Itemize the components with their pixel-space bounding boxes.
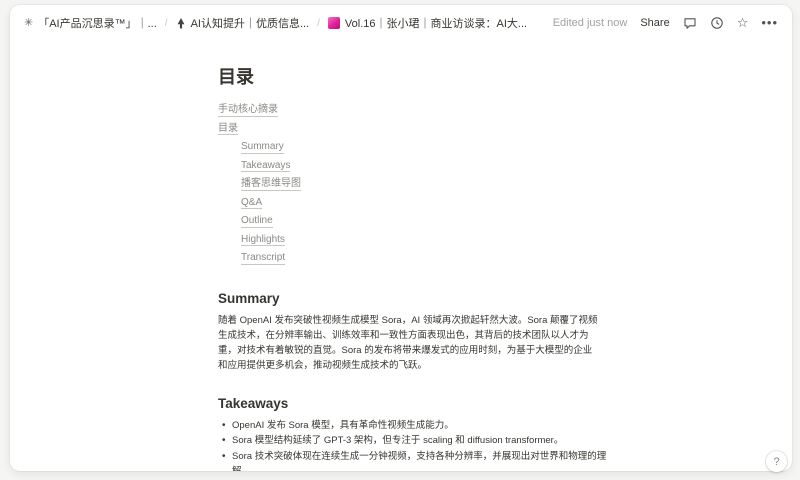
flower-icon: ✳ [24, 16, 34, 29]
takeaway-item: OpenAI 发布 Sora 模型，具有革命性视频生成能力。 [218, 418, 608, 434]
share-button[interactable]: Share [640, 17, 669, 29]
updates-clock-icon[interactable] [710, 16, 724, 30]
topbar-actions: Edited just now Share ☆ ••• [553, 15, 778, 31]
document-body: 目录 手动核心摘录 目录 Summary Takeaways 播客思维导图 Q&… [10, 41, 610, 471]
toc-item-transcript[interactable]: Transcript [241, 249, 286, 268]
breadcrumb-item-current-page[interactable]: Vol.16｜张小珺｜商业访谈录：AI大... [327, 15, 528, 31]
breadcrumb-label: 「AI产品沉思录™」｜... [38, 18, 157, 30]
page-title: 目录 [218, 67, 254, 87]
toc-item-highlights[interactable]: Highlights [241, 231, 285, 250]
breadcrumb: ✳ 「AI产品沉思录™」｜... / AI认知提升｜优质信息... / Vol.… [24, 15, 527, 31]
takeaway-item: Sora 技术突破体现在连续生成一分钟视频，支持各种分辨率，并展现出对世界和物理… [218, 449, 608, 472]
toc-item-takeaways[interactable]: Takeaways [241, 157, 291, 176]
breadcrumb-label: Vol.16｜张小珺｜商业访谈录：AI大... [344, 18, 528, 30]
more-options-icon[interactable]: ••• [761, 16, 778, 29]
toc-item-manual-excerpt[interactable]: 手动核心摘录 [218, 101, 278, 120]
breadcrumb-label: AI认知提升｜优质信息... [190, 18, 310, 30]
breadcrumb-item-parent-page[interactable]: AI认知提升｜优质信息... [176, 15, 310, 31]
summary-paragraph: 随着 OpenAI 发布突破性视频生成模型 Sora，AI 领域再次掀起轩然大波… [218, 314, 598, 371]
edited-status: Edited just now [552, 17, 628, 29]
favorite-star-icon[interactable]: ☆ [737, 15, 749, 31]
tree-icon [176, 17, 186, 29]
toc-item-catalog[interactable]: 目录 [218, 120, 238, 139]
takeaway-item: Sora 模型结构延续了 GPT-3 架构，但专注于 scaling 和 dif… [218, 433, 608, 449]
toc-item-outline[interactable]: Outline [241, 212, 273, 231]
top-bar: ✳ 「AI产品沉思录™」｜... / AI认知提升｜优质信息... / Vol.… [10, 5, 792, 41]
pink-cover-icon [327, 17, 340, 29]
takeaways-list: OpenAI 发布 Sora 模型，具有革命性视频生成能力。 Sora 模型结构… [218, 418, 608, 472]
summary-heading: Summary [218, 290, 280, 306]
breadcrumb-separator: / [317, 17, 320, 29]
toc-item-summary[interactable]: Summary [241, 138, 284, 157]
help-button[interactable]: ? [766, 451, 787, 472]
table-of-contents: 手动核心摘录 目录 Summary Takeaways 播客思维导图 Q&A O… [218, 101, 610, 268]
breadcrumb-separator: / [164, 17, 168, 29]
toc-item-qa[interactable]: Q&A [241, 194, 263, 213]
toc-item-mindmap[interactable]: 播客思维导图 [241, 175, 301, 194]
takeaways-heading: Takeaways [218, 395, 289, 411]
comments-icon[interactable] [683, 16, 697, 30]
app-window: ✳ 「AI产品沉思录™」｜... / AI认知提升｜优质信息... / Vol.… [10, 5, 792, 471]
breadcrumb-item-workspace[interactable]: ✳ 「AI产品沉思录™」｜... [24, 15, 157, 31]
